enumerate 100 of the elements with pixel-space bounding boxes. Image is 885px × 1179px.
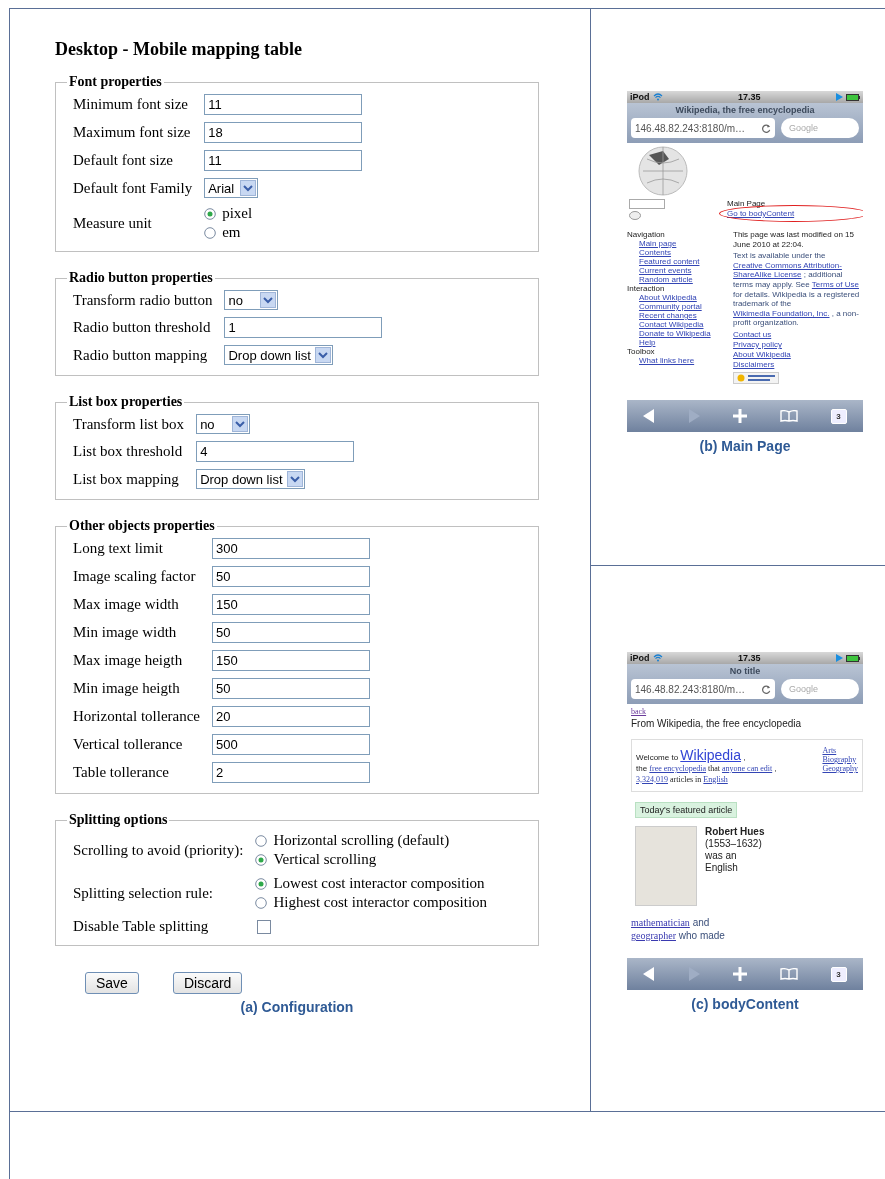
back-icon[interactable] [643,967,656,981]
text-link[interactable]: 3,324,019 [636,774,668,784]
checkbox[interactable] [257,919,272,934]
portal-link[interactable]: Geography [822,764,858,773]
text-input[interactable]: 500 [212,734,371,755]
text-link[interactable]: Wikimedia Foundation, Inc. [733,308,830,318]
footer-link[interactable]: Contact us [733,329,863,339]
radio-button[interactable] [255,877,268,890]
group-legend: Splitting options [67,812,170,828]
text-link[interactable]: geographer [631,929,676,941]
address-field[interactable]: 146.48.82.243:8180/m… [631,118,775,138]
add-icon[interactable] [733,967,747,981]
radio-label: Highest cost interactor composition [273,894,488,911]
welcome-line: Welcome to Wikipedia, [636,746,747,765]
field-label: Transform list box [73,415,185,433]
text-input[interactable]: 50 [212,566,371,587]
text-input[interactable]: 1 [224,317,383,338]
title-link[interactable]: Wikipedia [680,747,741,763]
radio-button[interactable] [255,853,268,866]
group-legend: List box properties [67,394,185,410]
form-button[interactable]: Save [85,972,139,994]
footer-link[interactable]: About Wikipedia [733,349,863,359]
portal-link[interactable]: Biography [822,755,858,764]
text-link[interactable]: Terms of Use [811,279,859,289]
nav-link[interactable]: What links here [639,356,733,365]
figure-caption: (b) Main Page [698,438,792,454]
page-heading: Main Page [727,199,767,208]
radio-label: Vertical scrolling [273,851,377,868]
footer-paragraph: Text is available under the Creative Commons Attribution- ShareAlike License ; additional terms may apply. See Terms of Use for details. Wikipedia is a registered trademark of the Wikimedia Foundation, Inc. , a non-profit organization. [733,251,861,328]
play-icon [836,654,843,662]
text-link[interactable]: mathematician [631,916,690,928]
nav-link[interactable]: Contents [639,248,733,257]
dropdown[interactable]: no [224,290,279,310]
nav-link[interactable]: About Wikipedia [639,293,733,302]
radio-button[interactable] [255,896,268,909]
search-input[interactable] [629,199,665,209]
text-link[interactable]: free encyclopedia [649,764,706,774]
nav-link[interactable]: Featured content [639,257,733,266]
nav-link[interactable]: Current events [639,266,733,275]
nav-link[interactable]: Help [639,338,733,347]
featured-heading: Today's featured article [635,801,738,818]
footer-link[interactable]: Privacy policy [733,339,863,349]
text-input[interactable]: 150 [212,594,371,615]
figure-caption: (a) Configuration [239,999,355,1015]
book-icon[interactable] [779,968,798,980]
text-link[interactable]: Creative Commons Attribution- [733,260,842,270]
add-icon[interactable] [733,409,747,423]
tabs-button[interactable]: 3 [830,966,847,982]
field-label: Min image width [73,624,178,641]
reload-icon[interactable] [762,684,771,694]
skip-link[interactable]: Go to bodyContent [727,209,795,218]
dropdown[interactable]: Drop down list [196,469,305,489]
field-label: Max image width [73,596,180,613]
text-input[interactable]: 11 [204,94,363,115]
field-label: Radio button threshold [73,319,212,336]
back-link[interactable]: back [631,707,647,716]
text-input[interactable]: 150 [212,650,371,671]
clock: 17.35 [738,653,761,663]
text-input[interactable]: 300 [212,538,371,559]
dropdown[interactable]: Drop down list [224,345,333,365]
tabs-button[interactable]: 3 [830,408,847,424]
text-input[interactable]: 18 [204,122,363,143]
dropdown[interactable]: no [196,414,251,434]
field-label: Maximum font size [73,124,192,141]
radio-button[interactable] [255,834,268,847]
field-label: Scrolling to avoid (priority): [73,841,244,859]
footer-link[interactable]: Disclaimers [733,359,863,369]
caret-icon [240,180,257,196]
back-icon[interactable] [643,409,656,423]
text-input[interactable]: 20 [212,706,371,727]
form-button[interactable]: Discard [172,972,243,994]
address-field[interactable]: 146.48.82.243:8180/m… [631,679,775,699]
search-button-icon[interactable] [629,211,641,220]
reload-icon[interactable] [762,123,771,133]
field-label: Long text limit [73,540,164,557]
text-link[interactable]: anyone can edit [722,764,773,774]
portal-link[interactable]: Arts [822,746,858,755]
text-link[interactable]: ShareAlike License [733,270,802,280]
page-title: Desktop - Mobile mapping table [55,39,304,60]
radio-label: em [222,224,241,241]
text-link[interactable]: English [703,774,728,784]
wifi-icon [652,654,663,662]
carrier-label: iPod [630,92,650,102]
figure-caption: (c) bodyContent [690,996,800,1012]
radio-button[interactable] [204,226,217,239]
text-input[interactable]: 50 [212,622,371,643]
text-input[interactable]: 50 [212,678,371,699]
text-input[interactable]: 2 [212,762,371,783]
dropdown[interactable]: Arial [204,178,259,198]
book-icon[interactable] [779,410,798,422]
text-input[interactable]: 11 [204,150,363,171]
nav-link[interactable]: Random article [639,275,733,284]
nav-link[interactable]: Donate to Wikipedia [639,329,733,338]
field-label: Vertical tollerance [73,736,184,753]
radio-button[interactable] [204,207,217,220]
text-input[interactable]: 4 [196,441,355,462]
nav-link[interactable]: Main page [639,239,733,248]
nav-link[interactable]: Community portal [639,302,733,311]
nav-link[interactable]: Contact Wikipedia [639,320,733,329]
nav-link[interactable]: Recent changes [639,311,733,320]
